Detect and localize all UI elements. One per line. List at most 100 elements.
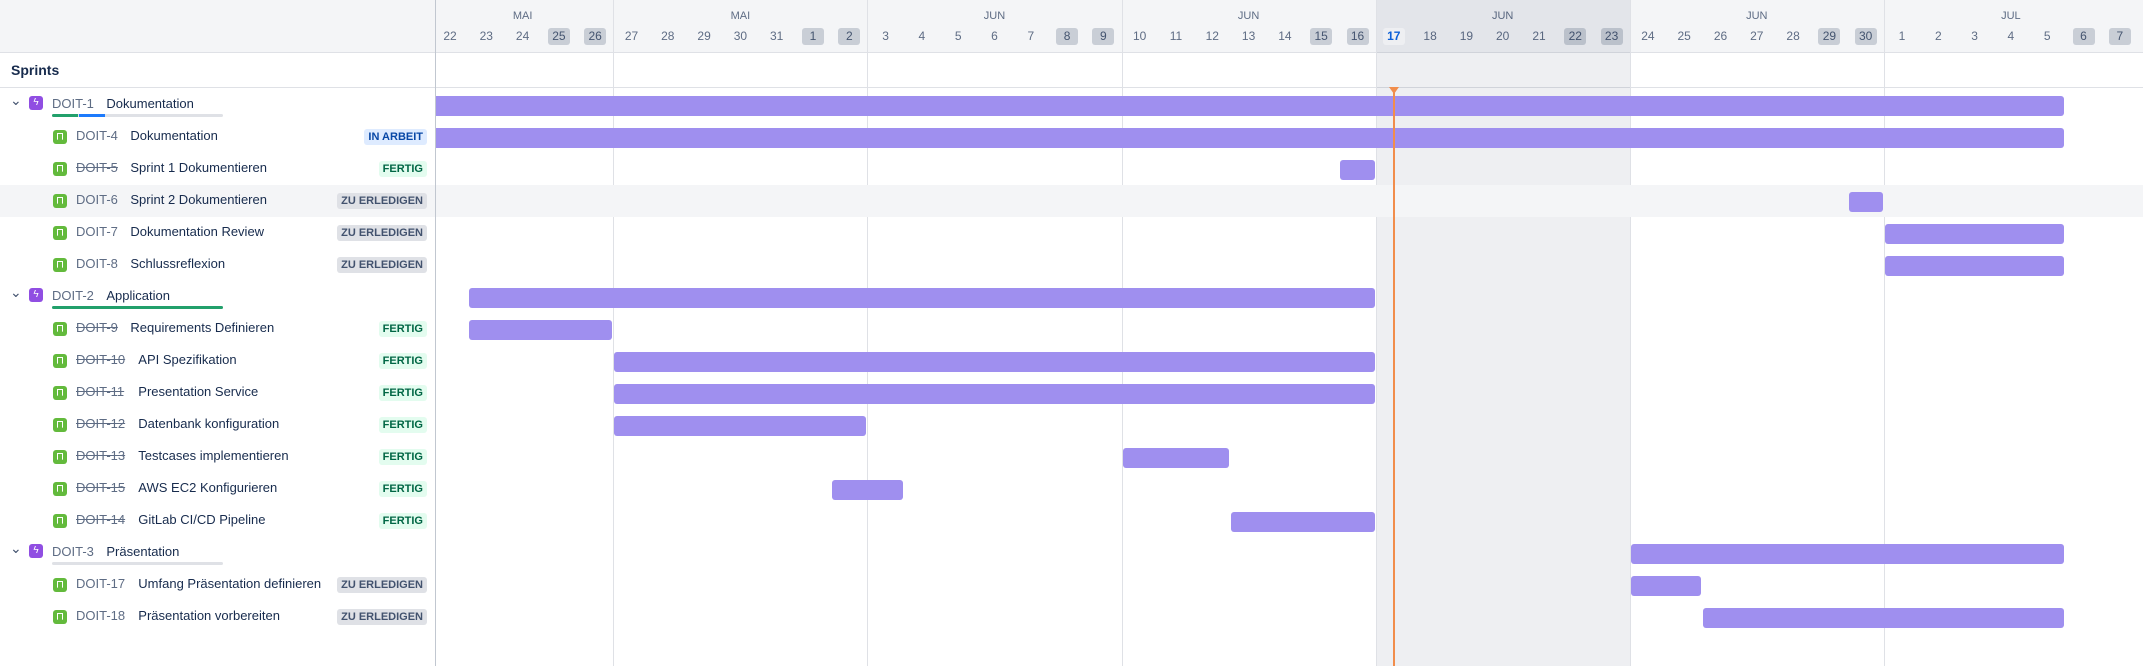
week-month-label: JUN <box>1237 10 1260 22</box>
status-badge[interactable]: ZU ERLEDIGEN <box>337 577 427 593</box>
issue-key[interactable]: DOIT-7 <box>76 224 118 239</box>
story-bookmark-icon <box>53 450 67 464</box>
chevron-down-icon[interactable]: ⌄ <box>10 92 22 109</box>
epic-title: Application <box>106 288 170 303</box>
issue-bar[interactable] <box>1884 224 2065 244</box>
issue-row[interactable]: DOIT-17 Umfang Präsentation definieren ZU … <box>0 569 435 601</box>
day-label: 13 <box>1241 29 1256 43</box>
issue-key[interactable]: DOIT-6 <box>76 192 118 207</box>
issue-key[interactable]: DOIT-15 <box>76 480 125 495</box>
story-bookmark-icon <box>53 226 67 240</box>
status-badge[interactable]: FERTIG <box>378 353 427 369</box>
status-badge[interactable]: FERTIG <box>378 449 427 465</box>
sprints-row[interactable]: Sprints <box>0 53 435 88</box>
issue-key[interactable]: DOIT-14 <box>76 512 125 527</box>
issue-bar[interactable] <box>614 384 1375 404</box>
sprints-label: Sprints <box>11 62 60 78</box>
status-badge[interactable]: FERTIG <box>378 321 427 337</box>
day-label: 6 <box>2072 28 2095 45</box>
status-badge[interactable]: FERTIG <box>378 513 427 529</box>
epic-bar[interactable] <box>469 288 1375 308</box>
issue-bar[interactable] <box>469 320 613 340</box>
status-badge[interactable]: FERTIG <box>378 161 427 177</box>
status-badge[interactable]: ZU ERLEDIGEN <box>337 609 427 625</box>
issue-row[interactable]: DOIT-5 Sprint 1 Dokumentieren FERTIG <box>0 153 435 185</box>
status-badge[interactable]: FERTIG <box>378 481 427 497</box>
issue-bar[interactable] <box>1231 512 1375 532</box>
issue-key[interactable]: DOIT-5 <box>76 160 118 175</box>
issue-summary: Testcases implementieren <box>138 448 289 463</box>
issue-bar[interactable] <box>436 128 2065 148</box>
issue-bar[interactable] <box>614 352 1375 372</box>
status-badge[interactable]: ZU ERLEDIGEN <box>337 225 427 241</box>
status-badge[interactable]: ZU ERLEDIGEN <box>337 193 427 209</box>
issue-row[interactable]: DOIT-6 Sprint 2 Dokumentieren ZU ERLEDIGEN <box>0 185 435 217</box>
issue-row[interactable]: DOIT-4 Dokumentation IN ARBEIT <box>0 121 435 153</box>
issue-row[interactable]: DOIT-10 API Spezifikation FERTIG <box>0 345 435 377</box>
issue-bar[interactable] <box>614 416 867 436</box>
issue-row[interactable]: DOIT-14 GitLab CI/CD Pipeline FERTIG <box>0 505 435 537</box>
issue-key[interactable]: DOIT-4 <box>76 128 118 143</box>
status-badge[interactable]: FERTIG <box>378 385 427 401</box>
issue-summary: GitLab CI/CD Pipeline <box>138 512 266 527</box>
issue-summary: Schlussreflexion <box>130 256 226 271</box>
issue-key[interactable]: DOIT-12 <box>76 416 125 431</box>
issue-row[interactable]: DOIT-15 AWS EC2 Konfigurieren FERTIG <box>0 473 435 505</box>
issue-key[interactable]: DOIT-11 <box>76 384 124 399</box>
issue-row[interactable]: DOIT-7 Dokumentation Review ZU ERLEDIGEN <box>0 217 435 249</box>
issue-key[interactable]: DOIT-9 <box>76 320 118 335</box>
chevron-down-icon[interactable]: ⌄ <box>10 540 22 557</box>
epic-row[interactable]: ⌄ ϟ DOIT-2 Application <box>0 281 435 313</box>
day-label: 15 <box>1310 28 1333 45</box>
timeline-grid[interactable]: MAI 22 23 24 25 26 MAI 27 28 29 30 31 1 2 JUN 3 4 5 6 7 8 9 JU… <box>436 0 2143 666</box>
week-month-label: JUL <box>2001 10 2021 22</box>
issue-key[interactable]: DOIT-13 <box>76 448 125 463</box>
issue-key[interactable]: DOIT-8 <box>76 256 118 271</box>
epic-row[interactable]: ⌄ ϟ DOIT-3 Präsentation <box>0 537 435 569</box>
issue-summary: Dokumentation Review <box>130 224 265 239</box>
status-badge[interactable]: ZU ERLEDIGEN <box>337 257 427 273</box>
issue-bar[interactable] <box>1884 256 2065 276</box>
issue-bar[interactable] <box>1122 448 1230 468</box>
story-bookmark-icon <box>53 386 67 400</box>
issue-bar[interactable] <box>832 480 903 500</box>
status-badge[interactable]: FERTIG <box>378 417 427 433</box>
status-badge[interactable]: IN ARBEIT <box>364 129 427 145</box>
issue-summary: Datenbank konfiguration <box>138 416 280 431</box>
issue-summary: Sprint 2 Dokumentieren <box>130 192 267 207</box>
issue-row[interactable]: DOIT-12 Datenbank konfiguration FERTIG <box>0 409 435 441</box>
day-label: 12 <box>1205 29 1219 43</box>
day-label: 3 <box>882 29 889 43</box>
epic-lightning-icon: ϟ <box>29 288 43 302</box>
epic-bar[interactable] <box>436 96 2065 116</box>
issue-summary: AWS EC2 Konfigurieren <box>138 480 278 495</box>
epic-lightning-icon: ϟ <box>29 544 43 558</box>
day-label: 24 <box>515 29 530 43</box>
epic-bar[interactable] <box>1630 544 2065 564</box>
issue-bar[interactable] <box>1340 160 1375 180</box>
issue-row[interactable]: DOIT-11 Presentation Service FERTIG <box>0 377 435 409</box>
issue-key[interactable]: DOIT-18 <box>76 608 125 623</box>
epic-progress-bar <box>52 562 223 565</box>
issue-bar[interactable] <box>1703 608 2065 628</box>
issue-row[interactable]: DOIT-13 Testcases implementieren FERTIG <box>0 441 435 473</box>
epic-key[interactable]: DOIT-2 <box>52 288 94 303</box>
issue-key[interactable]: DOIT-10 <box>76 352 125 367</box>
issue-bar[interactable] <box>1630 576 1702 596</box>
week-month-label: MAI <box>512 10 533 22</box>
issue-row[interactable]: DOIT-18 Präsentation vorbereiten ZU ERLEDI… <box>0 601 435 633</box>
issue-bar[interactable] <box>1848 192 1883 212</box>
issue-summary: API Spezifikation <box>138 352 237 367</box>
issue-row[interactable]: DOIT-9 Requirements Definieren FERTIG <box>0 313 435 345</box>
day-label: 26 <box>584 28 607 45</box>
issue-tree-panel: Sprints ⌄ ϟ DOIT-1 Dokumentation DOIT-4 Dokum… <box>0 0 436 666</box>
epic-row[interactable]: ⌄ ϟ DOIT-1 Dokumentation <box>0 89 435 121</box>
day-label: 1 <box>1898 29 1906 43</box>
epic-key[interactable]: DOIT-1 <box>52 96 94 111</box>
issue-key[interactable]: DOIT-17 <box>76 576 125 591</box>
day-label: 2 <box>1934 29 1942 43</box>
issue-row[interactable]: DOIT-8 Schlussreflexion ZU ERLEDIGEN <box>0 249 435 281</box>
issue-summary: Umfang Präsentation definieren <box>138 576 322 591</box>
chevron-down-icon[interactable]: ⌄ <box>10 284 22 301</box>
epic-key[interactable]: DOIT-3 <box>52 544 94 559</box>
